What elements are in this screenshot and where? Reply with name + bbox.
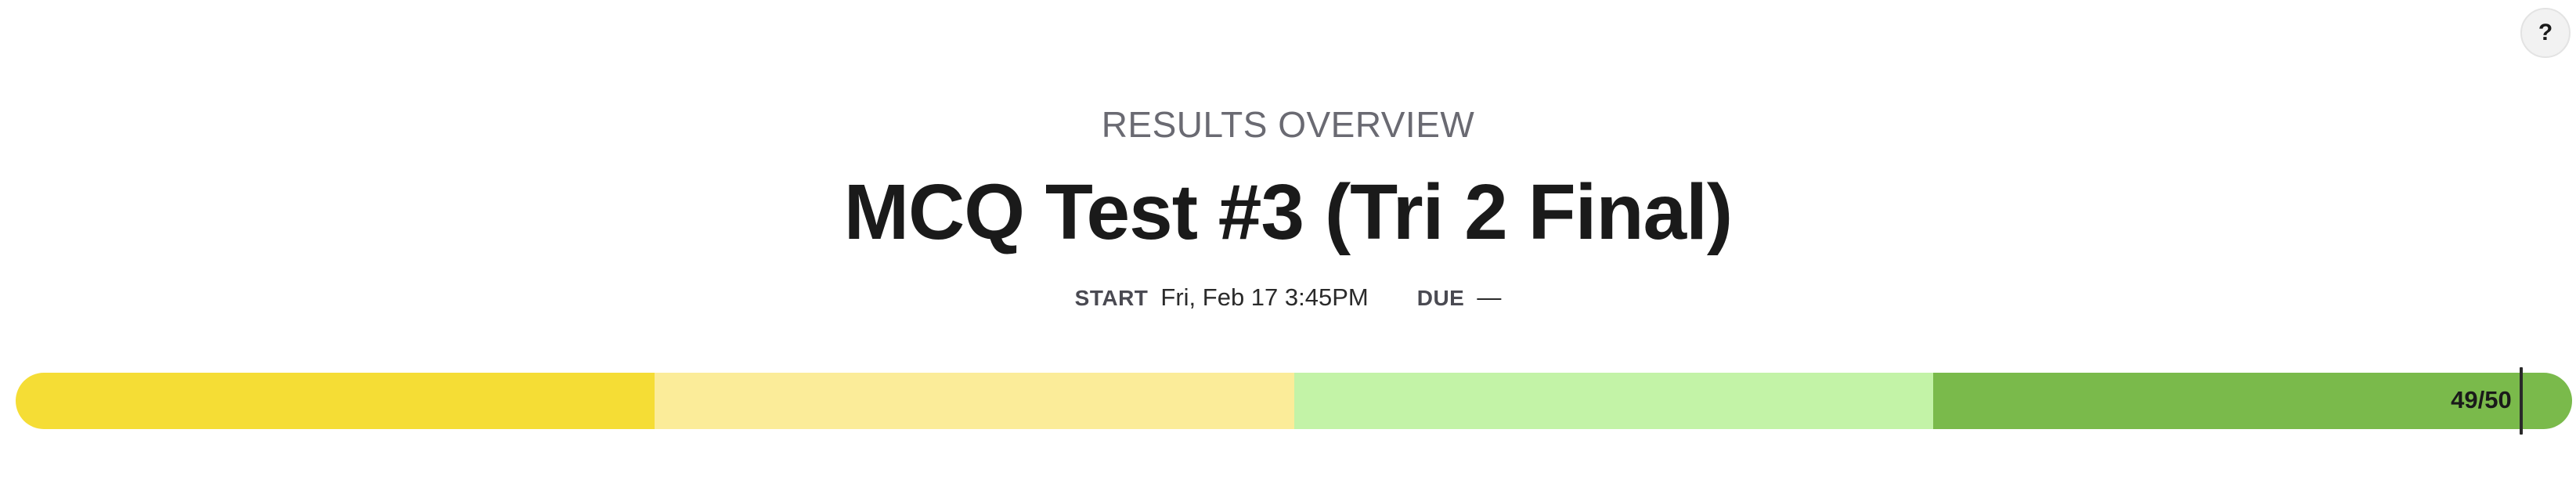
score-band-3 <box>1293 373 1933 429</box>
page-title: MCQ Test #3 (Tri 2 Final) <box>843 168 1733 256</box>
start-label: START <box>1074 286 1149 310</box>
score-bar <box>16 373 2572 429</box>
score-marker <box>2519 367 2523 435</box>
start-value: Fri, Feb 17 3:45PM <box>1160 283 1369 311</box>
score-label: 49/50 <box>2451 386 2512 413</box>
due-value: — <box>1477 283 1502 311</box>
section-label: RESULTS OVERVIEW <box>1101 104 1475 145</box>
results-overview-page: ? RESULTS OVERVIEW MCQ Test #3 (Tri 2 Fi… <box>0 0 2576 498</box>
due-label: DUE <box>1416 286 1465 310</box>
score-band-2 <box>655 373 1294 429</box>
help-icon: ? <box>2538 20 2553 45</box>
test-dates: START Fri, Feb 17 3:45PM DUE — <box>0 283 2576 312</box>
score-band-1 <box>16 373 655 429</box>
help-button[interactable]: ? <box>2520 8 2571 58</box>
